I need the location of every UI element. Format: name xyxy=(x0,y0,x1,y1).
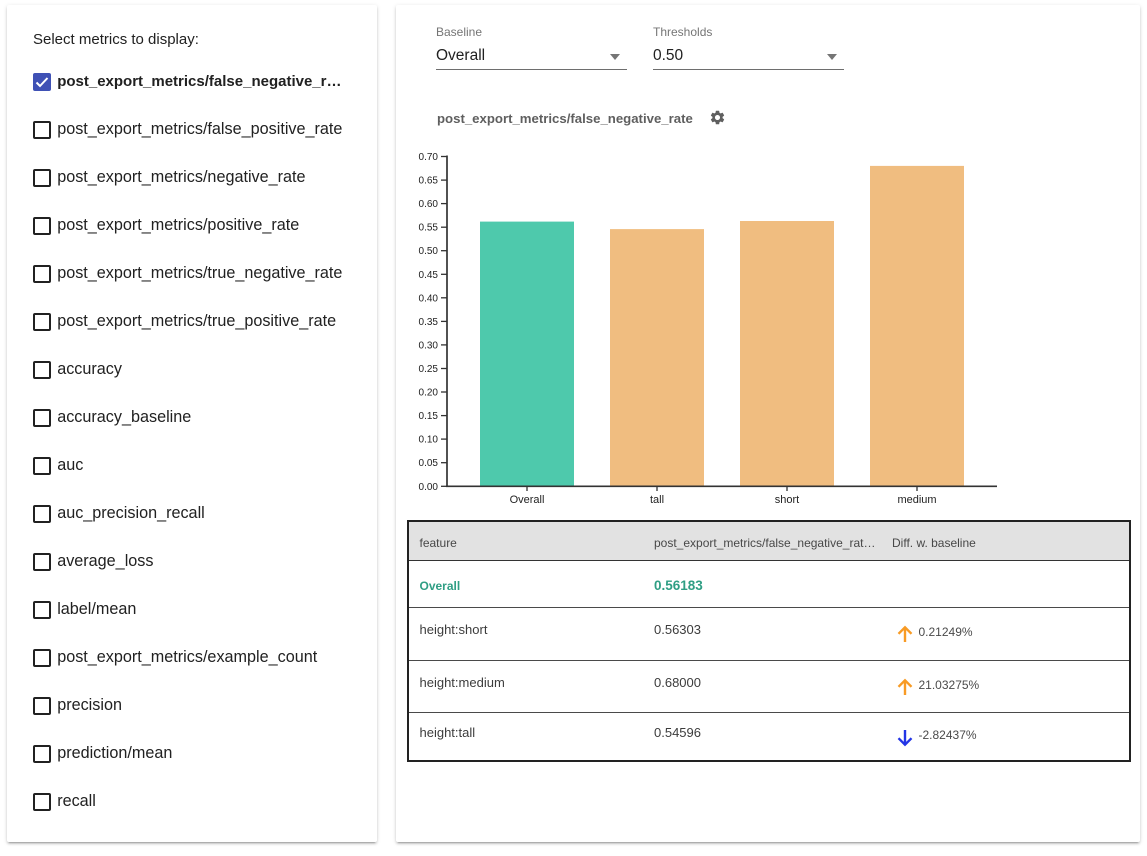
svg-text:0.25: 0.25 xyxy=(419,364,439,375)
svg-text:0.30: 0.30 xyxy=(419,340,439,351)
svg-text:0.10: 0.10 xyxy=(419,435,439,446)
svg-text:0.70: 0.70 xyxy=(419,152,439,163)
svg-text:0.00: 0.00 xyxy=(419,482,439,493)
svg-text:0.15: 0.15 xyxy=(419,411,439,422)
svg-text:0.60: 0.60 xyxy=(419,199,439,210)
svg-text:0.55: 0.55 xyxy=(419,223,439,234)
svg-text:0.40: 0.40 xyxy=(419,293,439,304)
svg-text:short: short xyxy=(775,494,799,506)
svg-text:0.05: 0.05 xyxy=(419,458,439,469)
svg-text:0.20: 0.20 xyxy=(419,388,439,399)
svg-text:medium: medium xyxy=(897,494,936,506)
svg-text:0.65: 0.65 xyxy=(419,176,439,187)
svg-text:0.45: 0.45 xyxy=(419,270,439,281)
svg-text:0.50: 0.50 xyxy=(419,246,439,257)
svg-text:tall: tall xyxy=(650,494,664,506)
svg-text:0.35: 0.35 xyxy=(419,317,439,328)
svg-text:Overall: Overall xyxy=(510,494,545,506)
